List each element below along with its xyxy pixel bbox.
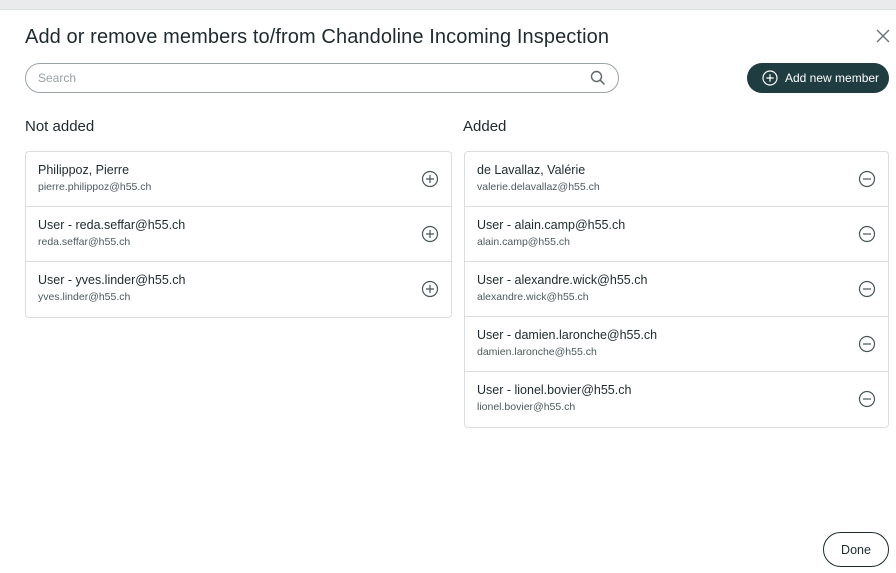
done-button[interactable]: Done (823, 532, 889, 567)
member-name: User - reda.seffar@h55.ch (38, 218, 186, 232)
member-email: valerie.delavallaz@h55.ch (477, 181, 600, 193)
plus-circle-icon (762, 70, 778, 86)
minus-circle-icon[interactable] (858, 170, 876, 188)
minus-circle-icon[interactable] (858, 280, 876, 298)
members-dialog: Add or remove members to/from Chandoline… (0, 9, 896, 573)
search-box (25, 63, 619, 93)
list-item: User - alain.camp@h55.ch alain.camp@h55.… (465, 207, 888, 262)
list-item: User - lionel.bovier@h55.ch lionel.bovie… (465, 372, 888, 427)
list-item: de Lavallaz, Valérie valerie.delavallaz@… (465, 152, 888, 207)
plus-circle-icon[interactable] (421, 225, 439, 243)
plus-circle-icon[interactable] (421, 280, 439, 298)
member-name: User - lionel.bovier@h55.ch (477, 383, 632, 397)
list-item: Philippoz, Pierre pierre.philippoz@h55.c… (26, 152, 451, 207)
list-item: User - alexandre.wick@h55.ch alexandre.w… (465, 262, 888, 317)
add-new-member-button[interactable]: Add new member (747, 63, 889, 93)
member-email: reda.seffar@h55.ch (38, 236, 131, 248)
member-name: de Lavallaz, Valérie (477, 163, 586, 177)
minus-circle-icon[interactable] (858, 225, 876, 243)
added-list: de Lavallaz, Valérie valerie.delavallaz@… (464, 151, 889, 428)
member-name: Philippoz, Pierre (38, 163, 130, 177)
member-email: damien.laronche@h55.ch (477, 346, 597, 358)
member-name: User - damien.laronche@h55.ch (477, 328, 658, 342)
member-name: User - yves.linder@h55.ch (38, 273, 186, 287)
member-email: lionel.bovier@h55.ch (477, 401, 576, 413)
add-new-member-label: Add new member (785, 71, 880, 85)
member-email: alexandre.wick@h55.ch (477, 291, 589, 303)
not-added-heading: Not added (25, 118, 95, 135)
list-item: User - yves.linder@h55.ch yves.linder@h5… (26, 262, 451, 317)
not-added-list: Philippoz, Pierre pierre.philippoz@h55.c… (25, 151, 452, 318)
added-heading: Added (463, 118, 507, 135)
list-item: User - reda.seffar@h55.ch reda.seffar@h5… (26, 207, 451, 262)
plus-circle-icon[interactable] (421, 170, 439, 188)
search-icon[interactable] (590, 70, 606, 86)
search-input[interactable] (38, 64, 578, 92)
close-button[interactable] (873, 26, 893, 46)
member-email: alain.camp@h55.ch (477, 236, 570, 248)
list-item: User - damien.laronche@h55.ch damien.lar… (465, 317, 888, 372)
minus-circle-icon[interactable] (858, 335, 876, 353)
member-name: User - alexandre.wick@h55.ch (477, 273, 648, 287)
minus-circle-icon[interactable] (858, 390, 876, 408)
close-icon (876, 29, 890, 43)
member-email: yves.linder@h55.ch (38, 291, 131, 303)
member-name: User - alain.camp@h55.ch (477, 218, 626, 232)
dialog-title: Add or remove members to/from Chandoline… (25, 26, 610, 48)
member-email: pierre.philippoz@h55.ch (38, 181, 152, 193)
